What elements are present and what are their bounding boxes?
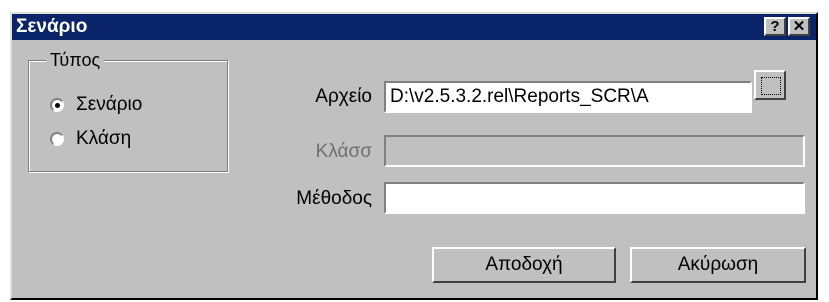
file-input[interactable]: D:\v2.5.3.2.rel\Reports_SCR\A [384, 81, 752, 113]
help-button[interactable]: ? [764, 17, 786, 36]
class-input [384, 135, 805, 167]
method-label: Μέθοδος [296, 188, 372, 209]
type-group-legend: Τύπος [46, 50, 105, 70]
accept-button[interactable]: Αποδοχή [432, 247, 616, 283]
close-button[interactable]: ✕ [788, 17, 810, 36]
file-label: Αρχείο [315, 86, 372, 107]
radio-option-scenario[interactable]: Σενάριο [50, 92, 142, 118]
browse-button[interactable] [754, 70, 786, 100]
class-label: Κλάσσ [315, 141, 372, 162]
radio-checked-icon[interactable] [50, 98, 64, 112]
radio-label-class: Κλάση [76, 128, 132, 149]
radio-unchecked-icon[interactable] [50, 132, 64, 146]
radio-option-class[interactable]: Κλάση [50, 126, 131, 152]
radio-label-scenario: Σενάριο [76, 94, 143, 115]
cancel-button[interactable]: Ακύρωση [630, 247, 806, 283]
browse-icon [761, 77, 781, 95]
window-title: Σενάριο [16, 16, 88, 37]
title-bar[interactable]: Σενάριο ? ✕ [12, 14, 816, 40]
method-input[interactable] [384, 182, 805, 214]
